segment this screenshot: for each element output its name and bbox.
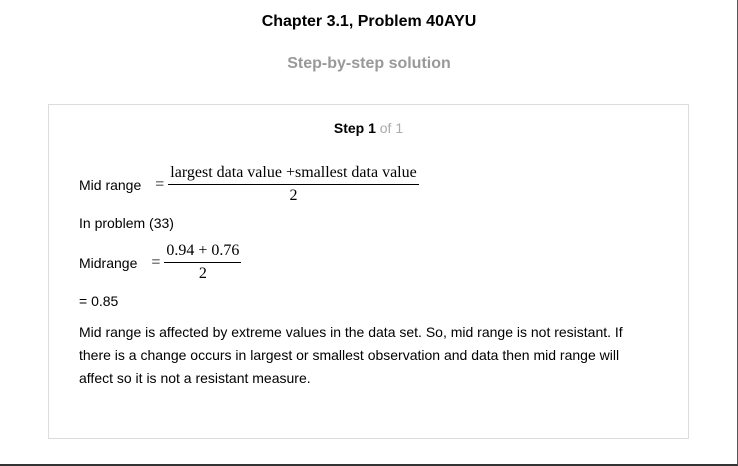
result-line: = 0.85 (79, 293, 119, 309)
fraction-numerator: largest data value +smallest data value (168, 163, 419, 185)
midrange-formula: Mid range = largest data value +smallest… (79, 163, 419, 206)
fraction-numerator: 0.94 + 0.76 (164, 241, 242, 263)
formula-fraction: largest data value +smallest data value … (168, 163, 419, 206)
midrange-calculation: Midrange = 0.94 + 0.76 2 (79, 241, 242, 284)
equals-sign: = (155, 175, 165, 193)
calculation-label: Midrange (79, 254, 138, 271)
explanation-paragraph: Mid range is affected by extreme values … (79, 324, 623, 386)
fraction-denominator: 2 (289, 187, 298, 204)
fraction-denominator: 2 (198, 265, 207, 282)
problem-reference: In problem (33) (79, 215, 174, 231)
formula-label: Mid range (79, 176, 142, 193)
step-label: Step 1 (333, 120, 376, 136)
solution-subtitle: Step-by-step solution (287, 55, 451, 72)
step-count: of 1 (379, 120, 404, 136)
solution-card: Step 1 of 1 Mid range = largest data val… (48, 104, 689, 439)
step-header: Step 1 of 1 (49, 119, 688, 137)
calculation-fraction: 0.94 + 0.76 2 (164, 241, 242, 284)
page-title: Chapter 3.1, Problem 40AYU (261, 13, 477, 30)
equals-sign: = (151, 253, 161, 271)
